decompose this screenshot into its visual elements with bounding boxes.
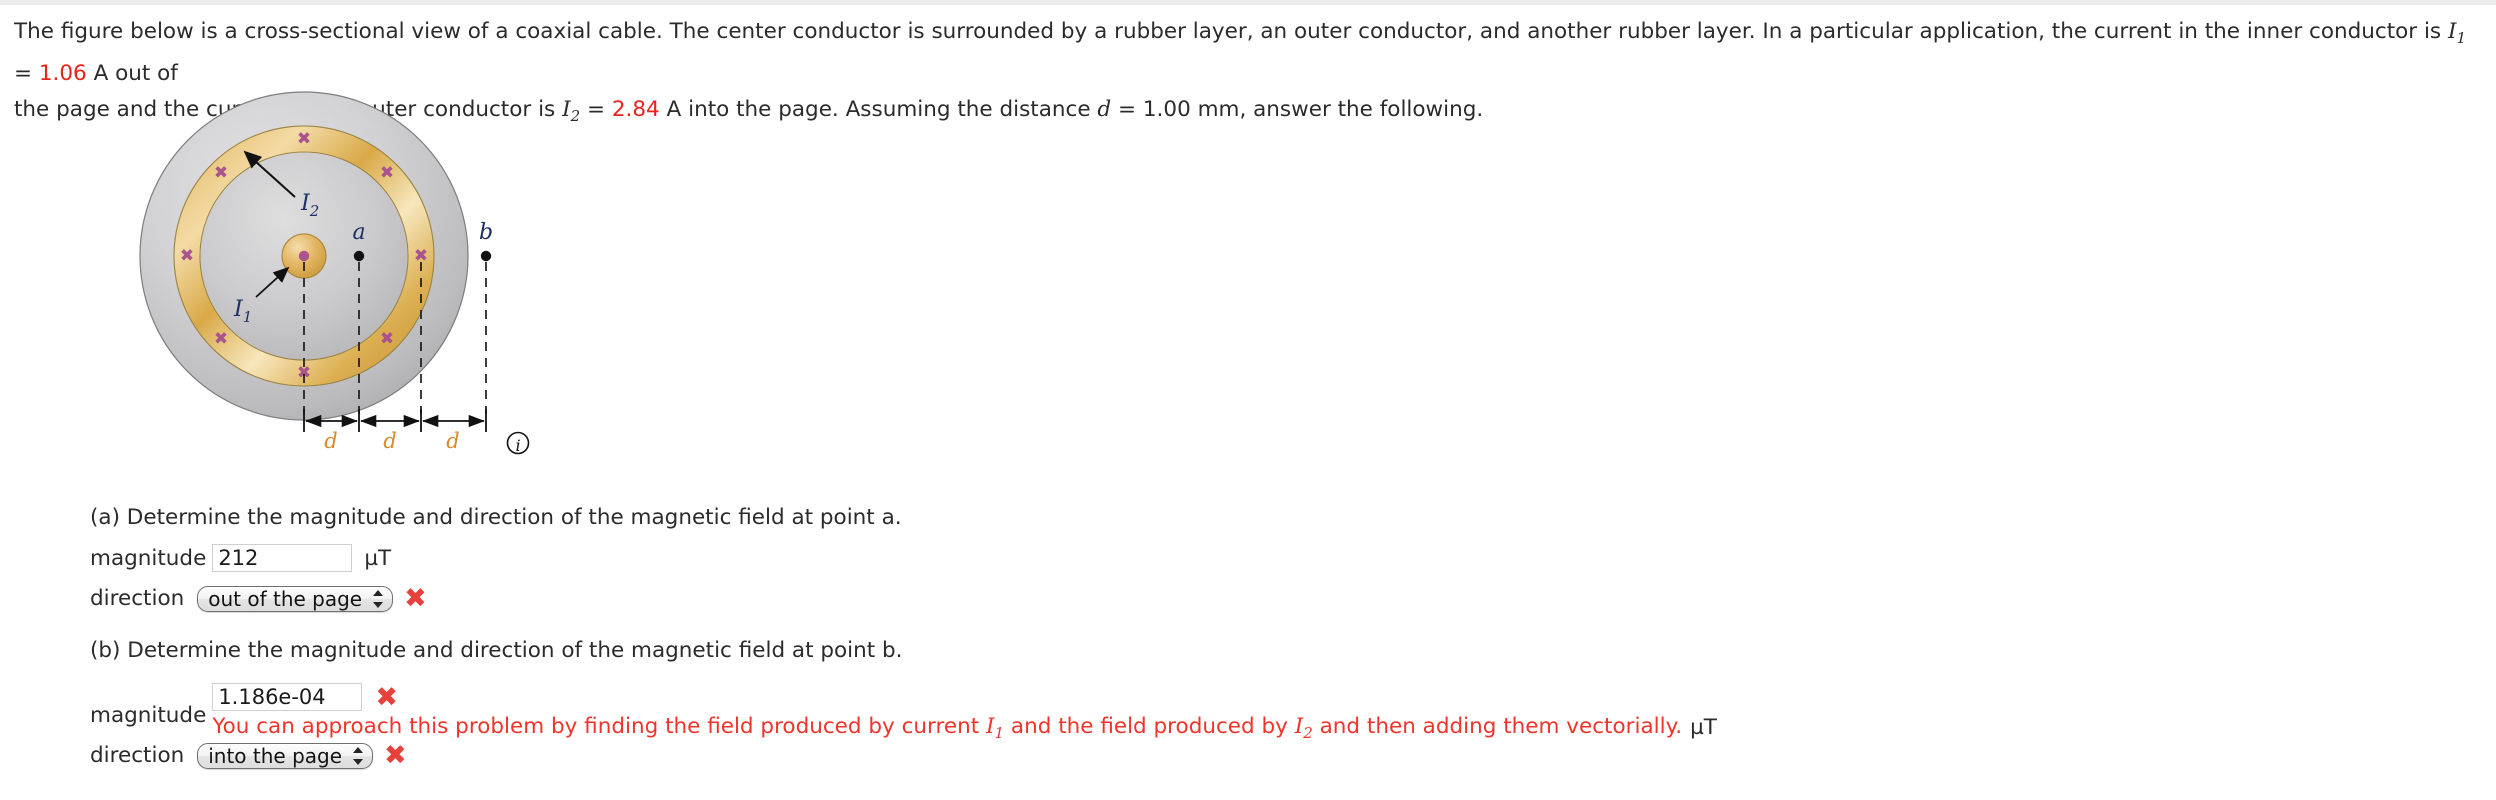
value-I2: 2.84 — [611, 96, 660, 122]
cross-icon: ✖ — [380, 163, 394, 183]
part-b-block: (b) Determine the magnitude and directio… — [90, 638, 903, 663]
cross-icon: ✖ — [380, 329, 394, 349]
hint-part1: You can approach this problem by finding… — [212, 714, 986, 739]
dimension-labels: d d d — [324, 429, 459, 453]
part-a-direction-label: direction — [90, 586, 185, 611]
part-a-incorrect-icon: ✖ — [404, 583, 427, 614]
part-a-block: (a) Determine the magnitude and directio… — [90, 505, 902, 612]
stepper-arrows-icon — [373, 589, 384, 609]
part-b-hint-text: You can approach this problem by finding… — [212, 714, 1682, 742]
part-a-prompt: (a) Determine the magnitude and directio… — [90, 505, 902, 530]
svg-text:i: i — [515, 436, 520, 455]
part-b-direction-value: into the page — [208, 743, 343, 768]
part-a-direction-value: out of the page — [208, 586, 363, 611]
hint-symbol-I1-subscript: 1 — [994, 723, 1005, 742]
part-b-direction-row: direction into the page ✖ — [90, 742, 407, 769]
symbol-I2-subscript: 2 — [570, 106, 581, 125]
symbol-I2: I — [562, 96, 571, 122]
equals-1: = — [14, 60, 39, 86]
point-a-dot — [353, 250, 365, 262]
part-b-hint-row: You can approach this problem by finding… — [212, 714, 1717, 742]
figure-info-icon[interactable]: i — [506, 431, 530, 456]
part-a-magnitude-input[interactable] — [212, 544, 353, 572]
dimension-label-d: d — [324, 429, 337, 453]
symbol-d: d — [1097, 96, 1112, 122]
hint-symbol-I2-subscript: 2 — [1303, 723, 1313, 742]
cross-icon: ✖ — [180, 246, 194, 266]
cross-icon: ✖ — [297, 129, 311, 149]
part-b-incorrect-icon: ✖ — [375, 681, 398, 713]
problem-line2-part3: = 1.00 mm, answer the following. — [1111, 96, 1484, 122]
cross-icon: ✖ — [214, 163, 228, 183]
point-b-dot — [480, 250, 492, 262]
part-a-direction-select[interactable]: out of the page — [197, 585, 394, 612]
part-b-magnitude-input[interactable] — [212, 683, 363, 711]
hint-part2: and the field produced by — [1004, 714, 1295, 739]
problem-line1-part2: A out of — [86, 60, 178, 86]
symbol-I1-subscript: 1 — [2456, 28, 2467, 47]
part-a-direction-row: direction out of the page ✖ — [90, 585, 902, 612]
part-b-direction-select[interactable]: into the page — [197, 742, 374, 769]
equals-2: = — [580, 96, 612, 122]
part-a-magnitude-label: magnitude — [90, 545, 207, 571]
part-b-input-row: ✖ — [206, 683, 1717, 711]
part-b-magnitude-row: magnitude ✖ You can approach this proble… — [90, 683, 1717, 742]
stepper-arrows-icon — [353, 746, 364, 766]
value-I1: 1.06 — [38, 60, 87, 86]
figure-label-b: b — [479, 220, 493, 245]
part-b-direction-incorrect-icon: ✖ — [384, 740, 407, 771]
hint-symbol-I1: I — [986, 714, 995, 739]
hint-symbol-I2: I — [1294, 714, 1304, 739]
part-a-magnitude-row: magnitude µT — [90, 544, 902, 572]
dimension-label-d: d — [446, 429, 459, 453]
part-b-direction-label: direction — [90, 743, 185, 768]
top-strip — [0, 0, 2496, 5]
center-current-dot — [298, 250, 310, 262]
part-b-prompt: (b) Determine the magnitude and directio… — [90, 638, 903, 663]
part-a-magnitude-unit: µT — [364, 545, 392, 571]
part-b-magnitude-label: magnitude — [90, 703, 207, 728]
hint-part3: and then adding them vectorially. — [1312, 714, 1683, 739]
coaxial-cable-figure: ✖ ✖ ✖ ✖ ✖ ✖ ✖ ✖ I2 I1 a b d d d i — [128, 84, 548, 494]
part-b-magnitude-unit: µT — [1690, 715, 1717, 741]
problem-line2-part2: A into the page. Assuming the distance — [659, 96, 1098, 122]
dimension-label-d: d — [383, 429, 396, 453]
figure-label-a: a — [352, 220, 365, 245]
cross-icon: ✖ — [214, 329, 228, 349]
problem-line1-part1: The figure below is a cross-sectional vi… — [14, 19, 2448, 44]
